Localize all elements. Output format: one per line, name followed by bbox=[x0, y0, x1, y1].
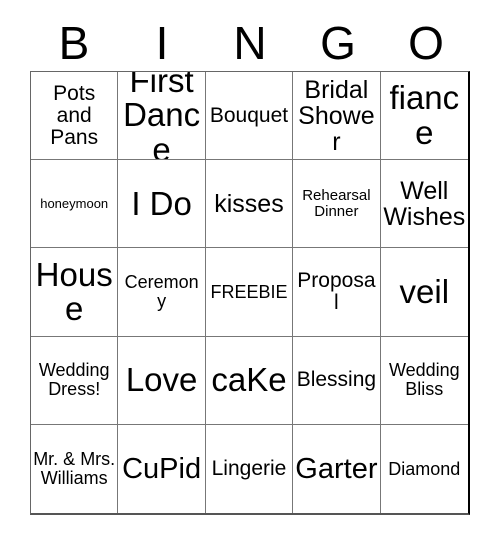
bingo-cell-label: Blessing bbox=[296, 368, 377, 392]
bingo-cell[interactable]: I Do bbox=[118, 160, 206, 249]
bingo-header-row: B I N G O bbox=[30, 14, 470, 71]
bingo-cell-label: honeymoon bbox=[40, 196, 109, 212]
header-letter-b: B bbox=[58, 16, 90, 69]
bingo-cell[interactable]: Ceremony bbox=[118, 248, 206, 337]
bingo-cell-label: Ceremony bbox=[124, 272, 199, 311]
bingo-cell[interactable]: caKe bbox=[205, 336, 294, 425]
bingo-cell-label: CuPid bbox=[122, 452, 202, 485]
bingo-cell-label: First Dance bbox=[123, 72, 201, 161]
bingo-cell[interactable]: Pots and Pans bbox=[31, 72, 119, 161]
bingo-cell[interactable]: Well Wishes bbox=[380, 160, 468, 249]
bingo-cell-label: Rehearsal Dinner bbox=[302, 187, 371, 220]
bingo-cell[interactable]: fiance bbox=[380, 72, 468, 161]
bingo-cell-label: FREEBIE bbox=[210, 281, 288, 302]
header-letter-n: N bbox=[233, 16, 267, 69]
bingo-cell-label: Garter bbox=[295, 452, 378, 485]
bingo-cell[interactable]: Diamond bbox=[381, 425, 468, 513]
bingo-cell-label: Well Wishes bbox=[383, 176, 466, 231]
bingo-cell-label: Mr. & Mrs. Williams bbox=[33, 449, 116, 488]
bingo-cell[interactable]: honeymoon bbox=[31, 160, 119, 249]
bingo-cell-label: Pots and Pans bbox=[50, 81, 99, 149]
bingo-cell-label: Diamond bbox=[388, 458, 461, 479]
bingo-cell[interactable]: Garter bbox=[293, 424, 381, 513]
bingo-cell-label: caKe bbox=[211, 361, 287, 399]
bingo-cell[interactable]: Wedding Dress! bbox=[31, 336, 119, 425]
bingo-cell[interactable]: Mr. & Mrs. Williams bbox=[31, 424, 119, 513]
bingo-cell-label: Bridal Shower bbox=[298, 75, 375, 156]
bingo-cell[interactable]: Bridal Shower bbox=[293, 72, 381, 161]
bingo-cell[interactable]: Wedding Bliss bbox=[380, 337, 468, 425]
header-letter-i: I bbox=[155, 16, 169, 69]
bingo-cell-label: veil bbox=[399, 272, 450, 310]
bingo-cell-label: Bouquet bbox=[209, 103, 289, 127]
bingo-cell[interactable]: Proposal bbox=[293, 248, 381, 337]
bingo-grid: Pots and Pans First Dance Bouquet Bridal… bbox=[30, 71, 470, 515]
bingo-cell-label: fiance bbox=[389, 79, 460, 151]
bingo-cell-label: Wedding Dress! bbox=[38, 360, 110, 400]
bingo-cell-label: Love bbox=[125, 361, 198, 399]
bingo-cell-label: Proposal bbox=[297, 269, 376, 314]
bingo-cell-label: Wedding Bliss bbox=[388, 360, 460, 400]
bingo-cell-freebie[interactable]: FREEBIE bbox=[205, 248, 294, 337]
bingo-cell[interactable]: CuPid bbox=[118, 424, 206, 513]
bingo-cell[interactable]: House bbox=[31, 248, 119, 337]
header-letter-o: O bbox=[408, 16, 444, 69]
bingo-cell-label: Lingerie bbox=[211, 456, 287, 480]
bingo-cell-label: I Do bbox=[131, 184, 192, 222]
header-letter-g: G bbox=[320, 16, 356, 69]
bingo-cell[interactable]: Rehearsal Dinner bbox=[293, 160, 381, 249]
bingo-cell[interactable]: kisses bbox=[205, 160, 294, 249]
bingo-cell-label: House bbox=[35, 255, 113, 327]
bingo-cell[interactable]: veil bbox=[380, 248, 468, 337]
bingo-cell[interactable]: Blessing bbox=[293, 336, 381, 425]
bingo-cell[interactable]: First Dance bbox=[118, 72, 206, 161]
bingo-cell[interactable]: Lingerie bbox=[206, 424, 294, 513]
bingo-cell[interactable]: Bouquet bbox=[205, 72, 294, 161]
bingo-card: B I N G O Pots and Pans First Dance Bouq… bbox=[0, 0, 500, 544]
bingo-cell-label: kisses bbox=[214, 189, 284, 218]
bingo-cell[interactable]: Love bbox=[118, 336, 206, 425]
